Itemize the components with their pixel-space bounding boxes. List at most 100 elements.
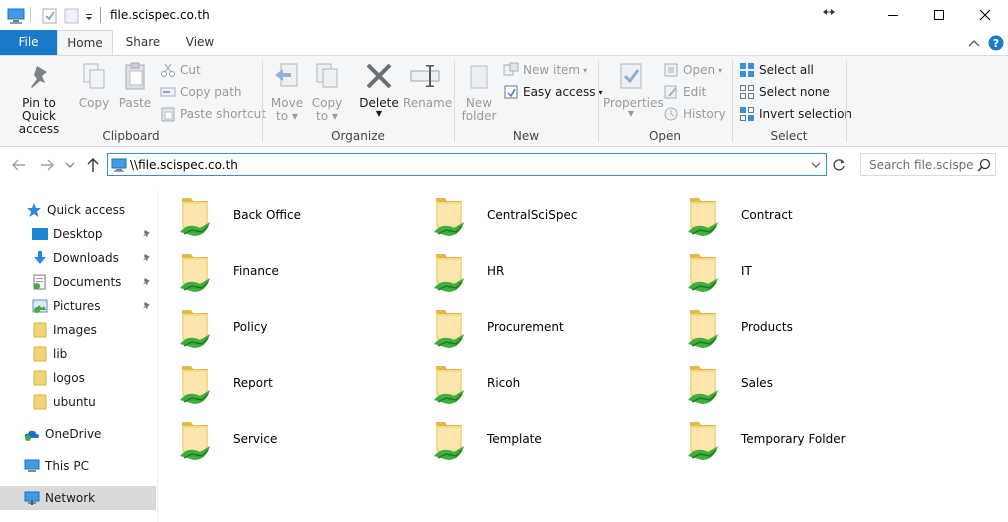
help-icon[interactable]: ? [988, 35, 1004, 51]
paste-shortcut-button[interactable]: Paste shortcut [160, 104, 266, 124]
nav-network[interactable]: Network [0, 486, 156, 510]
history-button[interactable]: History [663, 104, 726, 124]
minimize-button[interactable] [870, 0, 916, 30]
folder-item[interactable]: CentralSciSpec [432, 190, 662, 240]
address-path[interactable]: \\file.scispec.co.th [130, 158, 238, 172]
tab-share[interactable]: Share [115, 30, 171, 55]
new-folder-quick-icon[interactable] [64, 7, 80, 25]
folder-item[interactable]: Finance [178, 246, 408, 296]
move-to-button[interactable]: Move to ▾ [269, 60, 305, 123]
shared-folder-icon [434, 366, 464, 404]
nav-item-logos[interactable]: logos [0, 366, 156, 390]
ribbon: Pin to Quick access Copy Paste Cut Copy … [0, 55, 1008, 147]
folder-name: HR [487, 264, 505, 278]
edit-button[interactable]: Edit [663, 82, 706, 102]
nav-item-lib[interactable]: lib [0, 342, 156, 366]
nav-item-images[interactable]: Images [0, 318, 156, 342]
collapse-ribbon-icon[interactable] [968, 38, 980, 48]
folder-item[interactable]: Ricoh [432, 358, 662, 408]
search-box[interactable]: Search file.scispe... [860, 153, 996, 176]
select-none-label: Select none [759, 85, 830, 99]
search-icon[interactable] [977, 158, 991, 172]
properties-quick-icon[interactable] [42, 7, 58, 25]
folder-item[interactable]: Policy [178, 302, 408, 352]
folder-name: Contract [741, 208, 793, 222]
address-dropdown-icon[interactable] [811, 161, 821, 169]
refresh-button[interactable] [830, 156, 848, 174]
shared-folder-icon [180, 422, 210, 460]
folder-item[interactable]: Sales [686, 358, 916, 408]
close-button[interactable] [962, 0, 1008, 30]
nav-item-label: ubuntu [53, 395, 96, 409]
pin-label-1: Pin to Quick [22, 96, 56, 123]
copy-button[interactable]: Copy [76, 60, 112, 110]
nav-item-ubuntu[interactable]: ubuntu [0, 390, 156, 414]
copy-to-button[interactable]: Copy to ▾ [309, 60, 345, 123]
invert-selection-button[interactable]: Invert selection [739, 104, 852, 124]
new-folder-button[interactable]: New folder [459, 60, 499, 123]
back-arrow-icon [12, 159, 25, 171]
nav-item-label: Documents [53, 275, 122, 289]
tab-view[interactable]: View [172, 30, 228, 55]
back-button[interactable] [10, 156, 28, 174]
copy-path-button[interactable]: Copy path [160, 82, 242, 102]
folder-item[interactable]: Procurement [432, 302, 662, 352]
nav-onedrive-label: OneDrive [45, 427, 102, 441]
cloud-icon [24, 430, 39, 441]
nav-item-downloads[interactable]: Downloads [0, 246, 156, 270]
pin-to-quick-access-button[interactable]: Pin to Quick access [4, 60, 74, 136]
folder-item[interactable]: Back Office [178, 190, 408, 240]
open-icon [664, 63, 678, 77]
delete-button[interactable]: Delete ▼ [359, 60, 399, 118]
move-to-label-2-text: to [276, 109, 289, 123]
folder-item[interactable]: Contract [686, 190, 916, 240]
recent-locations-button[interactable] [64, 156, 76, 174]
folder-item[interactable]: Service [178, 414, 408, 464]
nav-this-pc[interactable]: This PC [0, 454, 156, 478]
shared-folder-icon [434, 422, 464, 460]
paste-button[interactable]: Paste [115, 60, 155, 110]
nav-quick-access[interactable]: Quick access [0, 198, 156, 222]
nav-item-desktop[interactable]: Desktop [0, 222, 156, 246]
shared-folder-icon [180, 366, 210, 404]
copy-to-label-2-text: to [316, 109, 329, 123]
rename-button[interactable]: Rename [403, 60, 452, 110]
folder-item[interactable]: HR [432, 246, 662, 296]
forward-arrow-icon [41, 159, 54, 171]
shared-folder-icon [688, 310, 718, 348]
address-bar[interactable]: \\file.scispec.co.th [107, 153, 827, 176]
search-input[interactable]: Search file.scispe... [869, 158, 973, 172]
nav-item-pictures[interactable]: Pictures [0, 294, 156, 318]
up-button[interactable] [84, 156, 102, 174]
easy-access-button[interactable]: Easy access ▾ [503, 82, 603, 102]
nav-onedrive[interactable]: OneDrive [0, 422, 156, 446]
folder-item[interactable]: Products [686, 302, 916, 352]
properties-button[interactable]: Properties ▼ [603, 60, 664, 118]
nav-item-documents[interactable]: Documents [0, 270, 156, 294]
open-button[interactable]: Open ▾ [663, 60, 722, 80]
folder-item[interactable]: IT [686, 246, 916, 296]
tab-home[interactable]: Home [57, 30, 113, 56]
computer-icon[interactable] [7, 7, 25, 25]
pin-icon[interactable] [142, 277, 152, 287]
up-arrow-icon [87, 158, 99, 172]
customize-dropdown-icon[interactable] [84, 7, 94, 25]
folder-item[interactable]: Temporary Folder [686, 414, 916, 464]
nav-item-label: Images [53, 323, 97, 337]
copy-label: Copy [78, 96, 110, 110]
pin-icon[interactable] [142, 229, 152, 239]
forward-button[interactable] [38, 156, 56, 174]
select-none-button[interactable]: Select none [739, 82, 830, 102]
new-item-button[interactable]: New item ▾ [503, 60, 587, 80]
folder-name: Sales [741, 376, 773, 390]
maximize-button[interactable] [916, 0, 962, 30]
pin-icon[interactable] [142, 301, 152, 311]
cut-button[interactable]: Cut [160, 60, 201, 80]
pin-icon[interactable] [142, 253, 152, 263]
folder-name: Report [233, 376, 273, 390]
folder-item[interactable]: Report [178, 358, 408, 408]
tab-file[interactable]: File [0, 30, 57, 55]
delete-x-icon [366, 63, 392, 89]
folder-item[interactable]: Template [432, 414, 662, 464]
select-all-button[interactable]: Select all [739, 60, 814, 80]
